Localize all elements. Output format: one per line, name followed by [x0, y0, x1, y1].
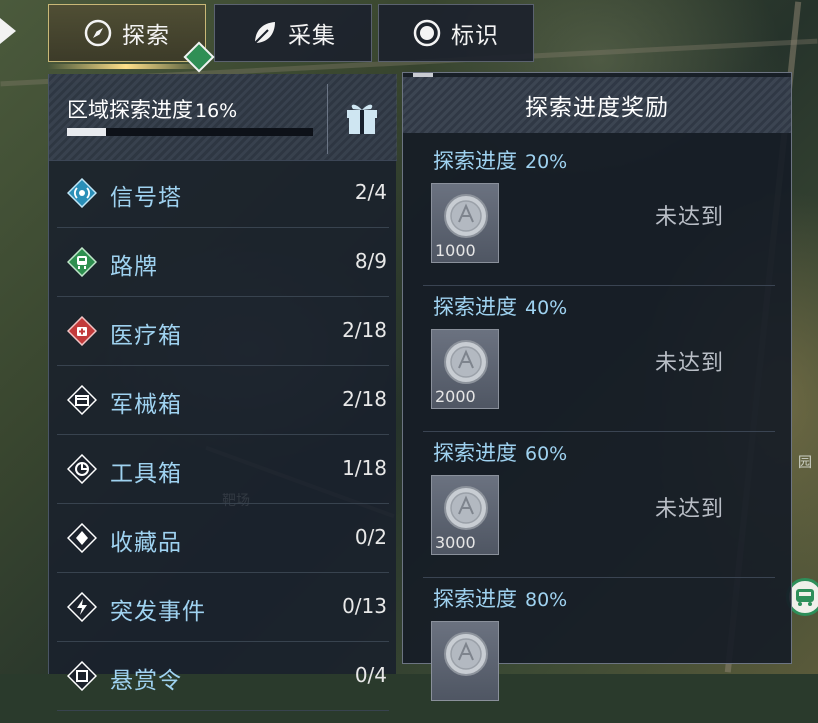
collectible-icon: [66, 522, 98, 554]
reward-panel-title: 探索进度奖励: [403, 77, 791, 133]
reward-title: 探索进度 40%: [433, 291, 567, 321]
category-panel: 区域探索进度 16% 信号塔 2/4 路牌 8/9 医疗箱 2/18 军械箱 2/18 工具箱 1/…: [48, 74, 397, 711]
signal-tower-icon: [66, 177, 98, 209]
reward-title-label: 探索进度: [433, 587, 517, 611]
tab-gather-label: 采集: [288, 23, 336, 49]
coin-amount: 2000: [435, 387, 476, 406]
category-count: 2/18: [342, 318, 387, 342]
category-row[interactable]: 路牌 8/9: [57, 229, 389, 297]
category-row[interactable]: 医疗箱 2/18: [57, 298, 389, 366]
category-label: 工具箱: [110, 461, 182, 487]
exploration-progress-bar: [67, 128, 313, 136]
progress-percent: 16%: [195, 100, 238, 122]
tab-explore-label: 探索: [122, 23, 170, 49]
reward-status: 未达到: [655, 497, 725, 522]
exploration-progress-header: 区域探索进度 16%: [49, 74, 397, 161]
road-sign-icon: [66, 246, 98, 278]
category-row[interactable]: 军械箱 2/18: [57, 367, 389, 435]
toolbox-icon: [66, 453, 98, 485]
category-count: 0/4: [354, 663, 387, 687]
reward-title: 探索进度 80%: [433, 583, 567, 613]
category-row[interactable]: 信号塔 2/4: [57, 160, 389, 228]
category-count: 8/9: [354, 249, 387, 273]
target-icon: [413, 19, 441, 47]
reward-row[interactable]: 探索进度 80%: [423, 577, 775, 723]
category-count: 0/2: [354, 525, 387, 549]
category-row[interactable]: 工具箱 1/18: [57, 436, 389, 504]
category-row[interactable]: 突发事件 0/13: [57, 574, 389, 642]
category-label: 信号塔: [110, 185, 182, 211]
reward-panel: 探索进度奖励 探索进度 20% 1000 未达到 探索进度 40% 2000 未达到 探索进度 6…: [402, 72, 792, 701]
progress-fill: [67, 128, 107, 136]
category-count: 2/4: [354, 180, 387, 204]
reward-title: 探索进度 20%: [433, 145, 567, 175]
category-label: 医疗箱: [110, 323, 182, 349]
coin-amount: 1000: [435, 241, 476, 260]
tab-explore[interactable]: 探索: [48, 4, 206, 62]
ammo-box-icon: [66, 384, 98, 416]
tab-marker-label: 标识: [451, 23, 499, 49]
medkit-icon: [66, 315, 98, 347]
exploration-progress-title: 区域探索进度 16%: [67, 94, 237, 124]
collapse-arrow-icon[interactable]: [0, 18, 16, 44]
reward-threshold: 20%: [525, 151, 568, 173]
leaf-icon: [250, 19, 278, 47]
divider: [327, 84, 328, 154]
reward-row[interactable]: 探索进度 20% 1000 未达到: [423, 139, 775, 286]
reward-title-label: 探索进度: [433, 295, 517, 319]
compass-icon: [84, 19, 112, 47]
coin-reward-slot[interactable]: [431, 621, 499, 701]
lightning-icon: [66, 591, 98, 623]
reward-row[interactable]: 探索进度 40% 2000 未达到: [423, 285, 775, 432]
category-count: 2/18: [342, 387, 387, 411]
coin-reward-slot[interactable]: 1000: [431, 183, 499, 263]
reward-status: 未达到: [655, 351, 725, 376]
progress-label: 区域探索进度: [67, 98, 193, 122]
reward-threshold: 80%: [525, 589, 568, 611]
category-count: 0/13: [342, 594, 387, 618]
category-label: 收藏品: [110, 530, 182, 556]
reward-title-label: 探索进度: [433, 149, 517, 173]
coin-reward-slot[interactable]: 2000: [431, 329, 499, 409]
category-row[interactable]: 悬赏令 0/4: [57, 643, 389, 711]
reward-status: 未达到: [655, 205, 725, 230]
category-count: 1/18: [342, 456, 387, 480]
gift-icon[interactable]: [343, 98, 381, 136]
bounty-icon: [66, 660, 98, 692]
reward-title: 探索进度 60%: [433, 437, 567, 467]
reward-threshold: 60%: [525, 443, 568, 465]
active-tab-indicator: [48, 64, 204, 69]
category-label: 军械箱: [110, 392, 182, 418]
category-label: 悬赏令: [110, 668, 182, 694]
reward-title-label: 探索进度: [433, 441, 517, 465]
category-label: 路牌: [110, 254, 158, 280]
category-row[interactable]: 收藏品 0/2: [57, 505, 389, 573]
coin-reward-slot[interactable]: 3000: [431, 475, 499, 555]
tab-gather[interactable]: 采集: [214, 4, 372, 62]
reward-row[interactable]: 探索进度 60% 3000 未达到: [423, 431, 775, 578]
coin-amount: 3000: [435, 533, 476, 552]
reward-threshold: 40%: [525, 297, 568, 319]
tab-marker[interactable]: 标识: [378, 4, 534, 62]
category-label: 突发事件: [110, 599, 206, 625]
map-label-park: 园: [798, 455, 812, 471]
